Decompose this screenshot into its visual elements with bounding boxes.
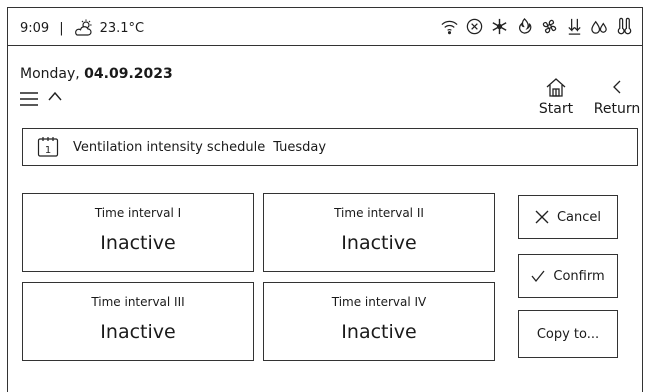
time-interval-4[interactable]: Time interval IV Inactive [263, 282, 495, 361]
fan-icon [542, 19, 557, 34]
schedule-header: 1 Ventilation intensity schedule Tuesday [22, 128, 638, 166]
time-interval-1[interactable]: Time interval I Inactive [22, 193, 254, 272]
schedule-title: Ventilation intensity schedule [73, 139, 266, 155]
chevron-left-icon [613, 80, 621, 94]
status-bar: 9:09 | 23.1°C [8, 8, 642, 46]
return-label: Return [593, 101, 641, 117]
status-icons [440, 17, 634, 36]
status-separator: | [59, 20, 64, 36]
date-weekday: Monday, [20, 66, 85, 82]
cancel-label: Cancel [556, 209, 602, 225]
close-icon [535, 210, 549, 224]
thermometer-icon [617, 17, 632, 35]
partly-sunny-icon [74, 19, 92, 36]
screen-frame: 9:09 | 23.1°C Monday, 04.09.2023 Start R… [7, 7, 643, 392]
chevron-up-icon[interactable] [48, 90, 62, 104]
clock: 9:09 [20, 20, 50, 36]
interval-state: Inactive [341, 321, 417, 343]
calendar-day: 1 [45, 145, 51, 156]
interval-state: Inactive [341, 232, 417, 254]
copy-label: Copy to... [536, 326, 600, 342]
cancel-button[interactable]: Cancel [518, 195, 618, 239]
interval-label: Time interval IV [331, 295, 427, 309]
temperature: 23.1°C [99, 20, 145, 36]
wifi-icon [441, 20, 458, 35]
confirm-label: Confirm [553, 268, 605, 284]
schedule-day: Tuesday [273, 139, 327, 155]
humidity-icon [591, 20, 607, 34]
date-value: 04.09.2023 [84, 66, 173, 82]
current-date: Monday, 04.09.2023 [20, 66, 173, 82]
interval-state: Inactive [100, 232, 176, 254]
interval-label: Time interval III [91, 295, 185, 309]
time-interval-2[interactable]: Time interval II Inactive [263, 193, 495, 272]
check-icon [531, 270, 545, 283]
confirm-button[interactable]: Confirm [518, 254, 618, 298]
start-label: Start [538, 101, 574, 117]
copy-to-button[interactable]: Copy to... [518, 310, 618, 358]
snowflake-icon [492, 18, 507, 35]
time-interval-3[interactable]: Time interval III Inactive [22, 282, 254, 361]
status-left: 9:09 | 23.1°C [20, 19, 144, 37]
airflow-icon [568, 18, 581, 35]
interval-state: Inactive [100, 321, 176, 343]
interval-label: Time interval II [334, 206, 424, 220]
heating-icon [519, 18, 532, 34]
start-button[interactable]: Start [534, 76, 578, 117]
alarm-off-icon [466, 18, 483, 35]
menu-icon[interactable] [20, 92, 38, 106]
interval-label: Time interval I [94, 206, 182, 220]
calendar-icon: 1 [37, 137, 59, 157]
return-button[interactable]: Return [590, 76, 644, 117]
home-icon [546, 78, 566, 97]
